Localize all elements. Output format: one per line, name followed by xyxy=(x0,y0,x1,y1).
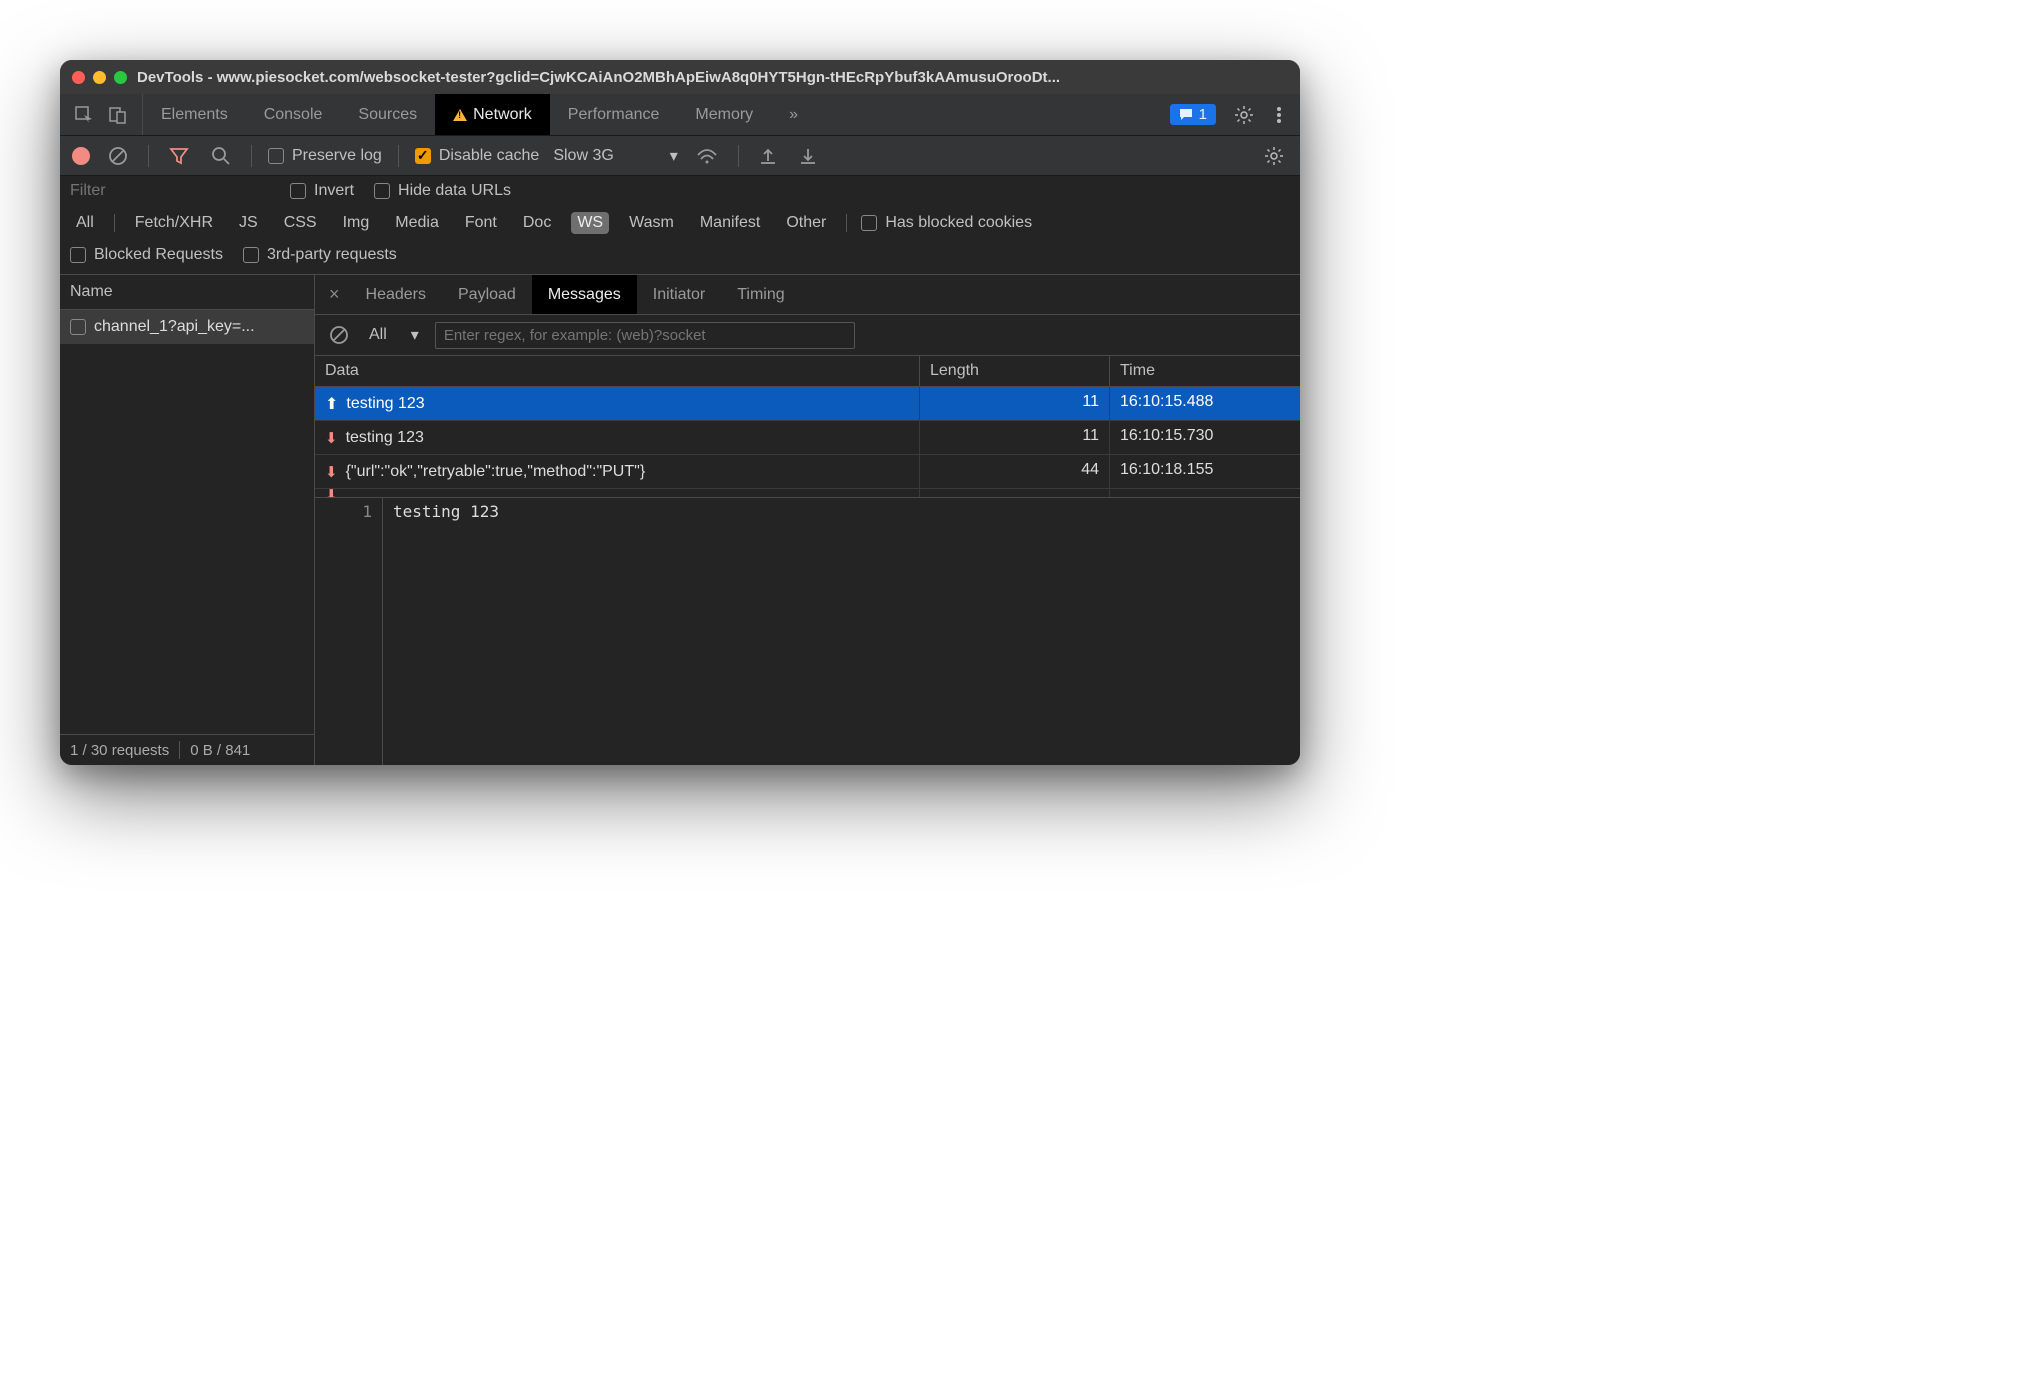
col-time: Time xyxy=(1110,356,1300,386)
type-all[interactable]: All xyxy=(70,212,100,234)
titlebar: DevTools - www.piesocket.com/websocket-t… xyxy=(60,60,1300,94)
download-har-icon[interactable] xyxy=(795,143,821,169)
message-row[interactable]: ⬆testing 123 11 16:10:15.488 xyxy=(315,387,1300,421)
arrow-down-icon: ⬇ xyxy=(325,429,338,447)
preserve-log-checkbox[interactable]: Preserve log xyxy=(268,147,382,165)
search-icon[interactable] xyxy=(207,142,235,170)
main-tabs-row: Elements Console Sources Network Perform… xyxy=(60,94,1300,136)
message-row-partial: ⬇ xyxy=(315,489,1300,497)
clear-messages-icon[interactable] xyxy=(325,321,353,349)
maximize-window-button[interactable] xyxy=(114,71,127,84)
main-split: Name channel_1?api_key=... 1 / 30 reques… xyxy=(60,275,1300,765)
type-doc[interactable]: Doc xyxy=(517,212,557,234)
issues-badge[interactable]: 1 xyxy=(1170,104,1216,125)
settings-gear-icon[interactable] xyxy=(1230,101,1258,129)
inspect-element-icon[interactable] xyxy=(70,101,98,129)
tab-sources[interactable]: Sources xyxy=(340,94,435,135)
request-row[interactable]: channel_1?api_key=... xyxy=(60,310,314,344)
third-party-checkbox[interactable]: 3rd-party requests xyxy=(243,246,397,264)
tab-console[interactable]: Console xyxy=(246,94,341,135)
disable-cache-checkbox[interactable]: Disable cache xyxy=(415,147,540,165)
request-list-footer: 1 / 30 requests 0 B / 841 xyxy=(60,734,314,765)
network-conditions-icon[interactable] xyxy=(692,143,722,169)
col-data: Data xyxy=(315,356,920,386)
message-preview: 1 testing 123 xyxy=(315,497,1300,765)
detail-tabs: × Headers Payload Messages Initiator Tim… xyxy=(315,275,1300,315)
throttling-select[interactable]: Slow 3G ▾ xyxy=(553,146,678,166)
warning-icon xyxy=(453,109,467,121)
preview-line-number: 1 xyxy=(315,498,383,765)
type-js[interactable]: JS xyxy=(233,212,264,234)
requests-count: 1 / 30 requests xyxy=(70,742,169,759)
tab-memory[interactable]: Memory xyxy=(677,94,771,135)
tab-performance[interactable]: Performance xyxy=(550,94,678,135)
messages-direction-select[interactable]: All ▾ xyxy=(363,323,425,347)
close-window-button[interactable] xyxy=(72,71,85,84)
network-toolbar: Preserve log Disable cache Slow 3G ▾ xyxy=(60,136,1300,176)
messages-regex-input[interactable] xyxy=(435,322,855,349)
has-blocked-cookies-checkbox[interactable]: Has blocked cookies xyxy=(861,214,1032,232)
chat-icon xyxy=(1179,108,1193,122)
chevron-down-icon: ▾ xyxy=(411,325,419,345)
arrow-down-icon: ⬇ xyxy=(325,463,338,481)
panel-settings-gear-icon[interactable] xyxy=(1260,142,1288,170)
close-detail-button[interactable]: × xyxy=(319,284,350,305)
detail-tab-payload[interactable]: Payload xyxy=(442,275,532,314)
type-other[interactable]: Other xyxy=(780,212,832,234)
hide-data-urls-checkbox[interactable]: Hide data URLs xyxy=(374,182,511,200)
devtools-window: DevTools - www.piesocket.com/websocket-t… xyxy=(60,60,1300,765)
detail-tab-timing[interactable]: Timing xyxy=(721,275,800,314)
filter-funnel-icon[interactable] xyxy=(165,142,193,170)
request-name: channel_1?api_key=... xyxy=(94,318,255,336)
request-list-pane: Name channel_1?api_key=... 1 / 30 reques… xyxy=(60,275,315,765)
filter-input[interactable] xyxy=(70,182,270,200)
clear-icon[interactable] xyxy=(104,142,132,170)
resource-type-row: All Fetch/XHR JS CSS Img Media Font Doc … xyxy=(60,206,1300,240)
tab-elements[interactable]: Elements xyxy=(143,94,246,135)
request-checkbox[interactable] xyxy=(70,319,86,335)
type-media[interactable]: Media xyxy=(389,212,445,234)
type-fetch-xhr[interactable]: Fetch/XHR xyxy=(129,212,219,234)
type-css[interactable]: CSS xyxy=(278,212,323,234)
type-wasm[interactable]: Wasm xyxy=(623,212,680,234)
detail-tab-messages[interactable]: Messages xyxy=(532,275,637,314)
request-list-header: Name xyxy=(60,275,314,310)
chevron-down-icon: ▾ xyxy=(670,146,678,166)
type-img[interactable]: Img xyxy=(337,212,376,234)
minimize-window-button[interactable] xyxy=(93,71,106,84)
messages-table-body: ⬆testing 123 11 16:10:15.488 ⬇testing 12… xyxy=(315,387,1300,497)
type-manifest[interactable]: Manifest xyxy=(694,212,766,234)
window-controls xyxy=(72,71,127,84)
messages-table-header: Data Length Time xyxy=(315,356,1300,387)
device-toggle-icon[interactable] xyxy=(104,101,132,129)
blocked-row: Blocked Requests 3rd-party requests xyxy=(60,240,1300,275)
messages-filter-bar: All ▾ xyxy=(315,315,1300,356)
type-font[interactable]: Font xyxy=(459,212,503,234)
arrow-down-icon: ⬇ xyxy=(325,489,338,497)
invert-checkbox[interactable]: Invert xyxy=(290,182,354,200)
filter-row: Invert Hide data URLs xyxy=(60,176,1300,206)
detail-tab-initiator[interactable]: Initiator xyxy=(637,275,721,314)
upload-har-icon[interactable] xyxy=(755,143,781,169)
transfer-size: 0 B / 841 xyxy=(190,742,250,759)
message-row[interactable]: ⬇testing 123 11 16:10:15.730 xyxy=(315,421,1300,455)
tabs-overflow-button[interactable]: » xyxy=(771,94,816,135)
more-menu-icon[interactable] xyxy=(1272,101,1286,129)
col-length: Length xyxy=(920,356,1110,386)
blocked-requests-checkbox[interactable]: Blocked Requests xyxy=(70,246,223,264)
window-title: DevTools - www.piesocket.com/websocket-t… xyxy=(137,69,1288,86)
tab-network[interactable]: Network xyxy=(435,94,550,135)
type-ws[interactable]: WS xyxy=(571,212,609,234)
detail-pane: × Headers Payload Messages Initiator Tim… xyxy=(315,275,1300,765)
preview-content: testing 123 xyxy=(383,498,1300,765)
detail-tab-headers[interactable]: Headers xyxy=(350,275,442,314)
record-button[interactable] xyxy=(72,147,90,165)
message-row[interactable]: ⬇{"url":"ok","retryable":true,"method":"… xyxy=(315,455,1300,489)
arrow-up-icon: ⬆ xyxy=(325,394,338,414)
